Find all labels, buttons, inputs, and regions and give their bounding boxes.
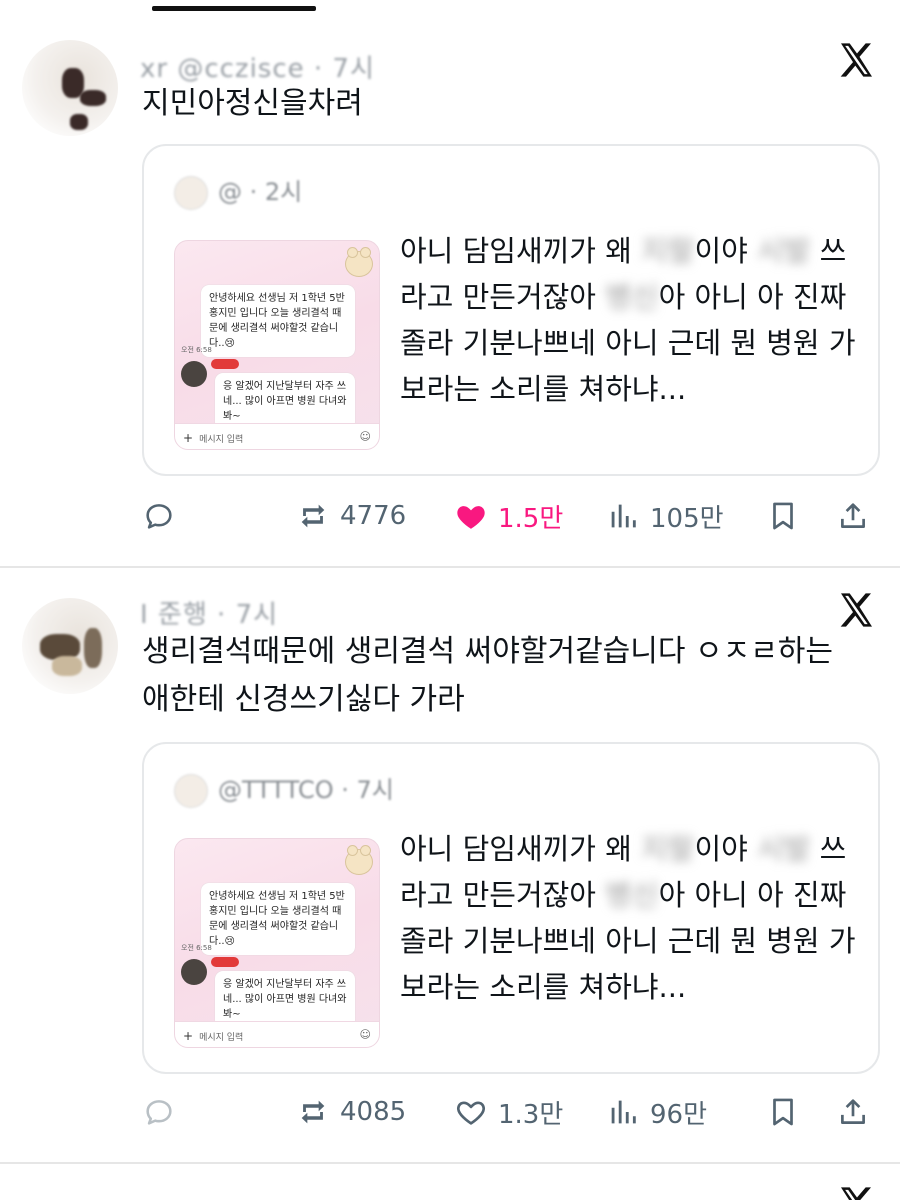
censored-word: 시발 [757, 832, 811, 866]
repost-count: 4776 [340, 501, 407, 531]
tweet-actions: 4085 1.3만 96만 [142, 1092, 882, 1132]
like-count: 1.3만 [498, 1099, 564, 1130]
bookmark-icon [773, 502, 793, 530]
chat-time: 오전 6:58 [181, 944, 212, 952]
comment-icon [146, 1100, 172, 1125]
tweet-card[interactable]: I 준행 · 7시 생리결석때문에 생리결석 써야할거같습니다 ㅇㅈㄹ하는애한테… [0, 572, 900, 1162]
chat-message-student: 안녕하세요 선생님 저 1학년 5반 홍지민 입니다 오늘 생리결석 때문에 생… [201, 883, 355, 955]
avatar[interactable] [22, 40, 118, 136]
user-handle[interactable]: I 준행 · 7시 [140, 594, 278, 628]
emoji-icon: ☺ [359, 430, 371, 443]
views-count: 105만 [650, 503, 724, 534]
avatar[interactable] [22, 598, 118, 694]
quote-text: 아니 담임새끼가 왜 지랄이야 시발 쓰라고 만든거잖아 병신아 아니 아 진짜… [400, 234, 856, 406]
censored-word: 병신 [605, 878, 659, 912]
user-handle[interactable]: xr @cczisce · 7시 [140, 48, 375, 82]
quote-header: @ · 2시 [174, 172, 614, 212]
like-button[interactable]: 1.5만 [454, 496, 563, 536]
share-button[interactable] [836, 1092, 870, 1132]
repost-button[interactable]: 4085 [296, 1092, 406, 1132]
views-button[interactable]: 96만 [606, 1092, 707, 1132]
bookmark-icon [773, 1098, 793, 1126]
quote-avatar [174, 176, 208, 210]
views-button[interactable]: 105만 [606, 496, 724, 536]
quoted-tweet[interactable]: @ · 2시 안녕하세요 선생님 저 1학년 5반 홍지민 입니다 오늘 생리결… [142, 144, 880, 476]
share-icon [841, 503, 865, 528]
censored-word: 시발 [757, 234, 811, 268]
heart-icon [457, 1101, 485, 1125]
censored-word: 지랄 [641, 832, 695, 866]
chat-screenshot-image[interactable]: 안녕하세요 선생님 저 1학년 5반 홍지민 입니다 오늘 생리결석 때문에 생… [174, 838, 380, 1048]
chat-time: 오전 6:58 [181, 346, 212, 354]
bookmark-button[interactable] [766, 496, 800, 536]
chat-message-student: 안녕하세요 선생님 저 1학년 5반 홍지민 입니다 오늘 생리결석 때문에 생… [201, 285, 355, 357]
repost-icon [301, 504, 325, 528]
bookmark-button[interactable] [766, 1092, 800, 1132]
repost-count: 4085 [340, 1097, 407, 1127]
chat-avatar [181, 959, 207, 985]
tweet-actions: 4776 1.5만 105만 [142, 496, 882, 536]
x-logo-icon[interactable] [836, 590, 876, 630]
chat-avatar [181, 361, 207, 387]
chat-message-teacher: 응 알겠어 지난달부터 자주 쓰네... 많이 아프면 병원 다녀와봐~ [215, 373, 355, 430]
reply-button[interactable] [142, 1092, 176, 1132]
redacted-name [211, 359, 239, 369]
bar-chart-icon [611, 504, 636, 528]
quote-avatar [174, 774, 208, 808]
views-count: 96만 [650, 1099, 708, 1130]
tweet-card[interactable]: xr @cczisce · 7시 지민아정신을차려 @ · 2시 안녕하세요 선… [0, 14, 900, 566]
tweet-text: 생리결석때문에 생리결석 써야할거같습니다 ㅇㅈㄹ하는애한테 신경쓰기싫다 가라 [142, 634, 834, 717]
plus-icon: + [183, 1029, 194, 1043]
x-logo-icon[interactable] [836, 40, 876, 80]
chat-screenshot-image[interactable]: 안녕하세요 선생님 저 1학년 5반 홍지민 입니다 오늘 생리결석 때문에 생… [174, 240, 380, 450]
chat-input-bar: + 메시지 입력 ☺ [175, 423, 379, 449]
bar-chart-icon [611, 1100, 636, 1124]
censored-word: 지랄 [641, 234, 695, 268]
quote-text: 아니 담임새끼가 왜 지랄이야 시발 쓰라고 만든거잖아 병신아 아니 아 진짜… [400, 832, 856, 1004]
heart-icon [457, 506, 485, 529]
status-bar-indicator [152, 6, 316, 11]
plus-icon: + [183, 431, 194, 445]
x-logo-icon[interactable] [836, 1184, 876, 1200]
censored-word: 병신 [605, 280, 659, 314]
tweet-text: 지민아정신을차려 [142, 86, 363, 121]
quoted-tweet[interactable]: @TTTTCO · 7시 안녕하세요 선생님 저 1학년 5반 홍지민 입니다 … [142, 742, 880, 1074]
divider [0, 1162, 900, 1164]
reply-button[interactable] [142, 496, 176, 536]
divider [0, 566, 900, 568]
comment-icon [146, 504, 172, 529]
bear-sticker-icon [345, 247, 373, 277]
chat-input-bar: + 메시지 입력 ☺ [175, 1021, 379, 1047]
repost-icon [301, 1100, 325, 1124]
like-button[interactable]: 1.3만 [454, 1092, 563, 1132]
quote-header: @TTTTCO · 7시 [174, 770, 614, 810]
chat-message-teacher: 응 알겠어 지난달부터 자주 쓰네... 많이 아프면 병원 다녀와봐~ [215, 971, 355, 1028]
redacted-name [211, 957, 239, 967]
like-count: 1.5만 [498, 503, 564, 534]
repost-button[interactable]: 4776 [296, 496, 406, 536]
bear-sticker-icon [345, 845, 373, 875]
emoji-icon: ☺ [359, 1028, 371, 1041]
share-icon [841, 1099, 865, 1124]
share-button[interactable] [836, 496, 870, 536]
